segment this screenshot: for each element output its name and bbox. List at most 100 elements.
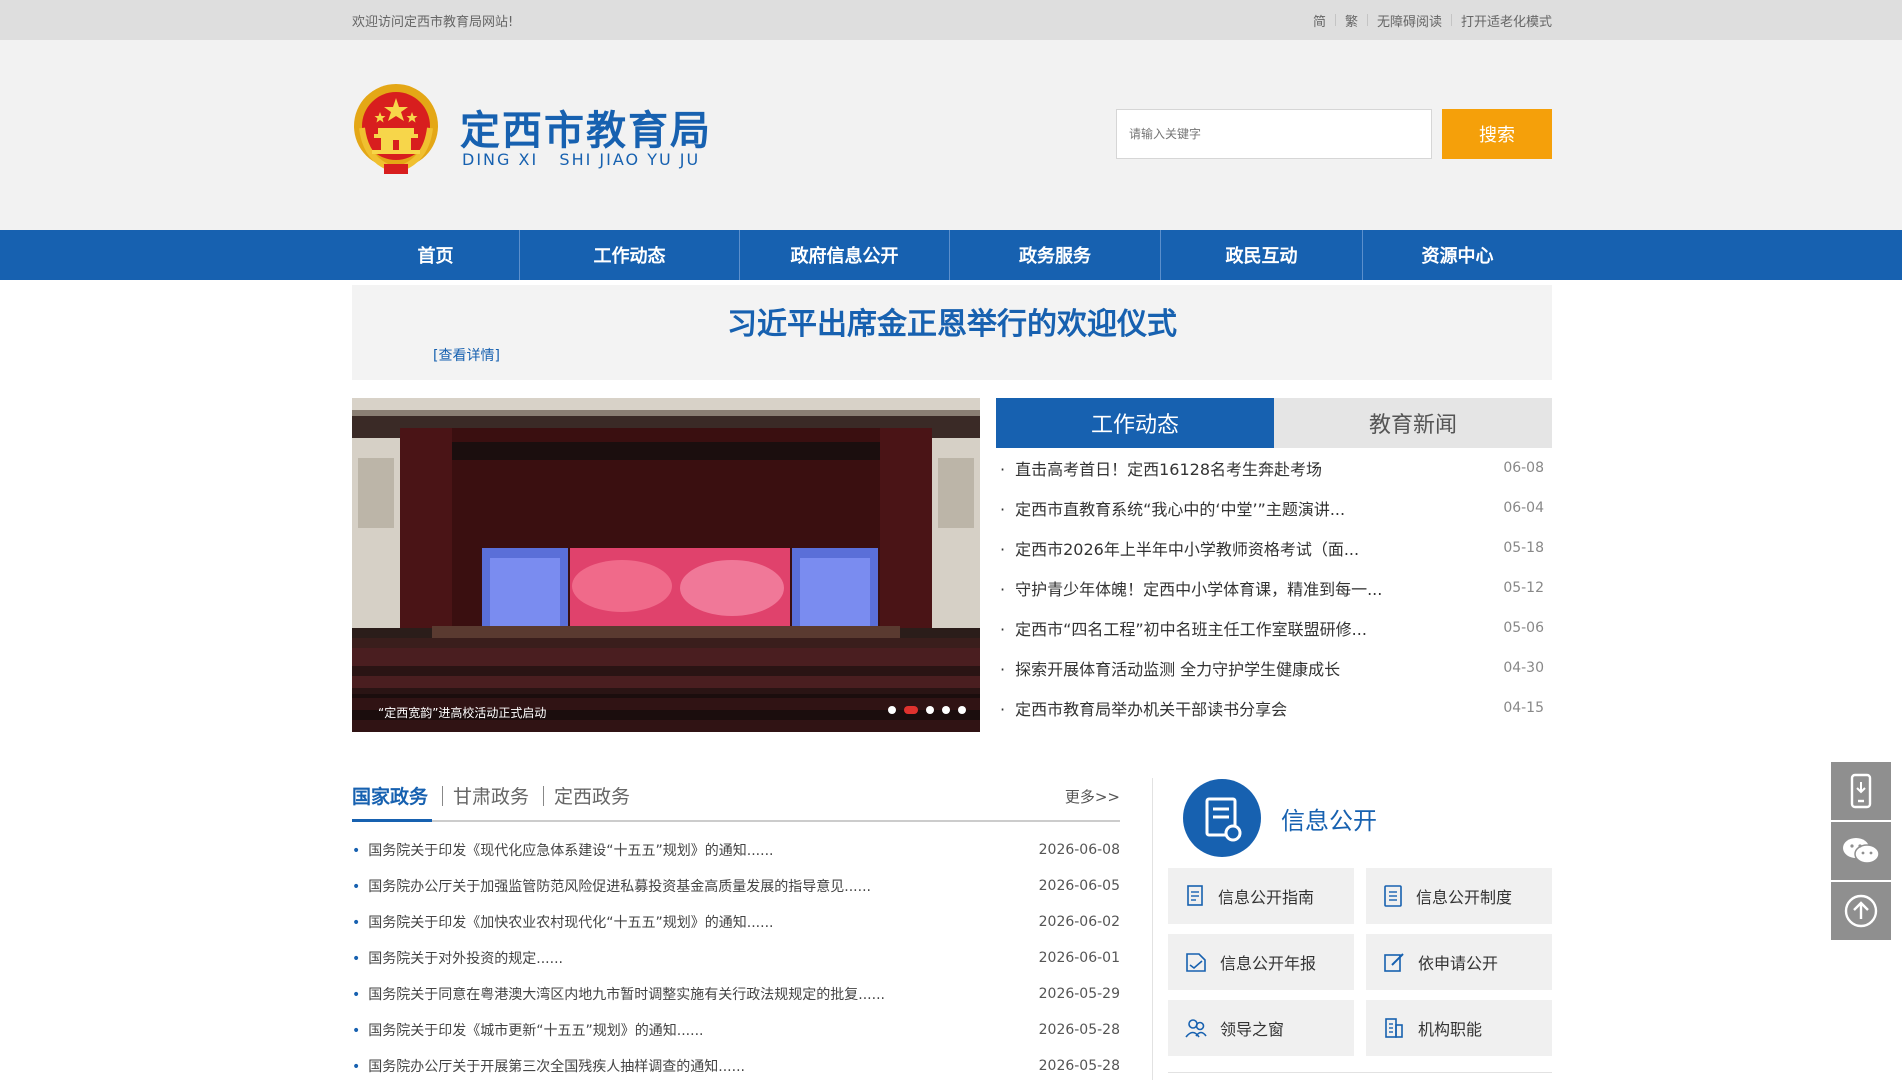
news-date: 06-04 [1503, 500, 1544, 516]
info-annual-report-button[interactable]: 信息公开年报 [1168, 934, 1354, 990]
policy-title: 国务院关于同意在粤港澳大湾区内地九市暂时调整实施有关行政法规规定的批复.....… [352, 984, 885, 1004]
list-item[interactable]: 直击高考首日！定西16128名考生奔赴考场 06-08 [996, 448, 1552, 488]
slider-dot[interactable] [958, 706, 966, 714]
wechat-icon [1843, 838, 1880, 864]
leaders-icon [1185, 1019, 1207, 1038]
divider [442, 786, 443, 806]
list-item[interactable]: 国务院关于印发《现代化应急体系建设“十五五”规划》的通知...... 2026-0… [352, 832, 1120, 868]
site-title: 定西市教育局 [460, 108, 712, 154]
mobile-version-button[interactable] [1831, 762, 1891, 820]
divider [543, 786, 544, 806]
elderly-mode-link[interactable]: 打开适老化模式 [1452, 11, 1552, 30]
edit-icon [1384, 953, 1404, 972]
tab-education-news[interactable]: 教育新闻 [1274, 398, 1552, 448]
list-item[interactable]: 定西市“四名工程”初中名班主任工作室联盟研修... 05-06 [996, 608, 1552, 648]
policy-date: 2026-06-08 [1038, 842, 1120, 858]
list-item[interactable]: 国务院关于印发《城市更新“十五五”规划》的通知...... 2026-05-28 [352, 1012, 1120, 1048]
welcome-text: 欢迎访问定西市教育局网站! [352, 14, 514, 30]
traditional-chinese-link[interactable]: 繁 [1336, 11, 1367, 30]
list-item[interactable]: 探索开展体育活动监测 全力守护学生健康成长 04-30 [996, 648, 1552, 688]
policy-date: 2026-05-29 [1038, 986, 1120, 1002]
news-date: 05-18 [1503, 540, 1544, 556]
nav-item-gov-info[interactable]: 政府信息公开 [740, 230, 950, 280]
nav-item-resources[interactable]: 资源中心 [1363, 230, 1552, 280]
guide-icon [1187, 885, 1203, 906]
list-item[interactable]: 国务院关于同意在粤港澳大湾区内地九市暂时调整实施有关行政法规规定的批复.....… [352, 976, 1120, 1012]
info-disclosure-title[interactable]: 信息公开 [1281, 801, 1377, 836]
news-title: 定西市直教育系统“我心中的‘中堂’”主题演讲... [996, 496, 1345, 520]
image-slider[interactable]: “定西宽韵”进高校活动正式启动 [352, 398, 980, 732]
list-item[interactable]: 守护青少年体魄！定西中小学体育课，精准到每一... 05-12 [996, 568, 1552, 608]
tab-national-affairs[interactable]: 国家政务 [352, 782, 428, 809]
arrow-up-icon [1844, 894, 1878, 928]
back-to-top-button[interactable] [1831, 882, 1891, 940]
nav-item-work-news[interactable]: 工作动态 [520, 230, 740, 280]
report-icon [1186, 953, 1206, 972]
info-institution-button[interactable]: 机构职能 [1366, 1000, 1552, 1056]
headline-banner: 习近平出席金正恩举行的欢迎仪式 [查看详情] [352, 285, 1552, 380]
slider-dots [888, 706, 974, 714]
news-title: 定西市教育局举办机关干部读书分享会 [996, 696, 1287, 720]
info-button-label: 领导之窗 [1220, 1020, 1285, 1039]
national-emblem-icon[interactable] [352, 82, 440, 176]
list-item[interactable]: 定西市2026年上半年中小学教师资格考试（面... 05-18 [996, 528, 1552, 568]
list-item[interactable]: 定西市教育局举办机关干部读书分享会 04-15 [996, 688, 1552, 728]
document-icon [1384, 885, 1402, 907]
building-icon [1385, 1018, 1403, 1038]
news-date: 04-15 [1503, 700, 1544, 716]
nav-item-home[interactable]: 首页 [352, 230, 520, 280]
policy-date: 2026-06-02 [1038, 914, 1120, 930]
news-title: 定西市2026年上半年中小学教师资格考试（面... [996, 536, 1359, 560]
slider-dot[interactable] [942, 706, 950, 714]
simplified-chinese-link[interactable]: 简 [1304, 11, 1335, 30]
topbar-links: 简 繁 无障碍阅读 打开适老化模式 [1304, 11, 1552, 30]
news-title: 守护青少年体魄！定西中小学体育课，精准到每一... [996, 576, 1382, 600]
news-title: 直击高考首日！定西16128名考生奔赴考场 [996, 456, 1322, 480]
headline-details-link[interactable]: [查看详情] [433, 345, 500, 365]
policy-title: 国务院办公厅关于加强监管防范风险促进私募投资基金高质量发展的指导意见...... [352, 876, 871, 896]
slider-dot-active[interactable] [904, 706, 918, 714]
site-pinyin: DING XI SHI JIAO YU JU [462, 150, 701, 169]
info-system-button[interactable]: 信息公开制度 [1366, 868, 1552, 924]
policy-date: 2026-05-28 [1038, 1022, 1120, 1038]
news-date: 06-08 [1503, 460, 1544, 476]
policy-title: 国务院关于印发《现代化应急体系建设“十五五”规划》的通知...... [352, 840, 773, 860]
policy-more-link[interactable]: 更多>> [1065, 786, 1120, 807]
mobile-phone-icon [1850, 773, 1872, 809]
list-item[interactable]: 国务院关于对外投资的规定...... 2026-06-01 [352, 940, 1120, 976]
search-input[interactable] [1116, 109, 1432, 159]
info-leaders-button[interactable]: 领导之窗 [1168, 1000, 1354, 1056]
news-title: 定西市“四名工程”初中名班主任工作室联盟研修... [996, 616, 1367, 640]
divider [1152, 778, 1153, 1080]
tab-work-news[interactable]: 工作动态 [996, 398, 1274, 448]
news-date: 05-12 [1503, 580, 1544, 596]
wechat-button[interactable] [1831, 822, 1891, 880]
news-date: 05-06 [1503, 620, 1544, 636]
policy-date: 2026-06-05 [1038, 878, 1120, 894]
slider-dot[interactable] [888, 706, 896, 714]
info-disclosure-icon[interactable] [1183, 779, 1261, 857]
info-request-button[interactable]: 依申请公开 [1366, 934, 1552, 990]
policy-list: 国务院关于印发《现代化应急体系建设“十五五”规划》的通知...... 2026-0… [352, 832, 1120, 1080]
news-list: 直击高考首日！定西16128名考生奔赴考场 06-08 定西市直教育系统“我心中的… [996, 448, 1552, 728]
list-item[interactable]: 国务院办公厅关于加强监管防范风险促进私募投资基金高质量发展的指导意见......… [352, 868, 1120, 904]
info-button-label: 信息公开指南 [1218, 888, 1315, 907]
tab-dingxi-affairs[interactable]: 定西政务 [554, 782, 630, 809]
nav-item-gov-service[interactable]: 政务服务 [950, 230, 1161, 280]
slider-dot[interactable] [926, 706, 934, 714]
list-item[interactable]: 定西市直教育系统“我心中的‘中堂’”主题演讲... 06-04 [996, 488, 1552, 528]
list-item[interactable]: 国务院关于印发《加快农业农村现代化“十五五”规划》的通知...... 2026-0… [352, 904, 1120, 940]
tab-gansu-affairs[interactable]: 甘肃政务 [453, 782, 529, 809]
info-guide-button[interactable]: 信息公开指南 [1168, 868, 1354, 924]
slider-caption[interactable]: “定西宽韵”进高校活动正式启动 [378, 704, 546, 721]
search-button[interactable]: 搜索 [1442, 109, 1552, 159]
header: 定西市教育局 DING XI SHI JIAO YU JU 搜索 [0, 40, 1902, 230]
headline-title[interactable]: 习近平出席金正恩举行的欢迎仪式 [352, 299, 1552, 343]
policy-date: 2026-06-01 [1038, 950, 1120, 966]
nav-item-interaction[interactable]: 政民互动 [1161, 230, 1363, 280]
list-item[interactable]: 国务院办公厅关于开展第三次全国残疾人抽样调查的通知...... 2026-05-2… [352, 1048, 1120, 1080]
policy-title: 国务院关于印发《城市更新“十五五”规划》的通知...... [352, 1020, 703, 1040]
active-tab-underline [352, 819, 432, 822]
info-button-label: 信息公开制度 [1416, 888, 1513, 907]
accessibility-link[interactable]: 无障碍阅读 [1368, 11, 1451, 30]
